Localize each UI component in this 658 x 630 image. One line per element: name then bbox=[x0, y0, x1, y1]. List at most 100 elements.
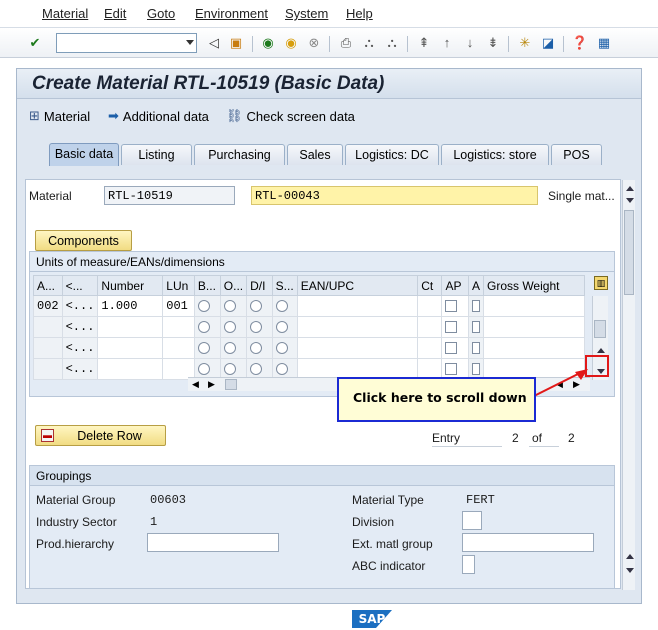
alt-uom-cell[interactable] bbox=[33, 316, 63, 338]
radio-cell[interactable] bbox=[193, 316, 221, 338]
radio-button[interactable] bbox=[250, 320, 263, 333]
lun-cell[interactable] bbox=[162, 337, 195, 359]
radio-button[interactable] bbox=[250, 341, 263, 354]
menu-help[interactable]: Help bbox=[346, 6, 373, 21]
col-header[interactable]: LUn bbox=[162, 275, 195, 296]
radio-button[interactable] bbox=[223, 341, 236, 354]
menu-environment[interactable]: Environment bbox=[195, 6, 268, 21]
number-cell[interactable] bbox=[97, 358, 164, 380]
col-header[interactable]: A bbox=[467, 275, 484, 296]
radio-cell[interactable] bbox=[246, 337, 273, 359]
table-row[interactable]: 002 <... 1.000 001 bbox=[33, 295, 586, 317]
cancel-icon[interactable]: ⊗ bbox=[306, 35, 322, 51]
radio-cell[interactable] bbox=[271, 337, 298, 359]
tab-listing[interactable]: Listing bbox=[121, 144, 192, 165]
uom-cell[interactable]: <... bbox=[61, 358, 99, 380]
radio-button[interactable] bbox=[275, 362, 288, 375]
scroll-down-icon[interactable] bbox=[626, 568, 634, 573]
lun-cell[interactable] bbox=[162, 316, 195, 338]
radio-button[interactable] bbox=[197, 299, 210, 312]
delete-row-button[interactable]: ▬ Delete Row bbox=[35, 425, 166, 446]
scroll-down-icon[interactable] bbox=[626, 198, 634, 203]
check-screen-button[interactable]: ⛓ Check screen data bbox=[226, 108, 355, 124]
ap-checkbox[interactable] bbox=[445, 299, 458, 312]
help-icon[interactable]: ❓ bbox=[572, 35, 588, 51]
additional-data-button[interactable]: ➡ Additional data bbox=[108, 108, 209, 124]
material-button[interactable]: ⊞ Material bbox=[29, 108, 90, 124]
radio-button[interactable] bbox=[197, 320, 210, 333]
table-scroll-up-icon[interactable] bbox=[597, 348, 605, 353]
content-scrollbar[interactable] bbox=[622, 180, 635, 590]
radio-button[interactable] bbox=[275, 320, 288, 333]
abc-indicator-field[interactable] bbox=[462, 555, 475, 574]
first-page-icon[interactable]: ⇞ bbox=[416, 35, 432, 51]
back-icon[interactable]: ◉ bbox=[260, 35, 276, 51]
uom-cell[interactable]: <... bbox=[61, 295, 99, 317]
radio-cell[interactable] bbox=[219, 337, 248, 359]
a-checkbox[interactable] bbox=[471, 320, 480, 333]
menu-edit[interactable]: Edit bbox=[104, 6, 126, 21]
a-cell[interactable] bbox=[467, 316, 484, 338]
radio-button[interactable] bbox=[250, 299, 263, 312]
radio-cell[interactable] bbox=[193, 337, 221, 359]
ean-cell[interactable] bbox=[296, 295, 419, 317]
radio-button[interactable] bbox=[250, 362, 263, 375]
find-icon[interactable]: ⛬ bbox=[361, 35, 377, 51]
number-cell[interactable] bbox=[97, 337, 164, 359]
scrollbar-thumb[interactable] bbox=[624, 210, 634, 295]
ap-checkbox[interactable] bbox=[445, 320, 458, 333]
radio-cell[interactable] bbox=[271, 316, 298, 338]
radio-cell[interactable] bbox=[219, 316, 248, 338]
back-arrow-icon[interactable]: ◁ bbox=[206, 35, 222, 51]
col-header[interactable]: O... bbox=[219, 275, 248, 296]
ext-matl-group-field[interactable] bbox=[462, 533, 594, 552]
alt-uom-cell[interactable] bbox=[33, 358, 63, 380]
radio-button[interactable] bbox=[223, 299, 236, 312]
radio-cell[interactable] bbox=[246, 316, 273, 338]
col-header[interactable]: Gross Weight bbox=[482, 275, 586, 296]
radio-button[interactable] bbox=[223, 362, 236, 375]
ap-cell[interactable] bbox=[441, 316, 469, 338]
menu-goto[interactable]: Goto bbox=[147, 6, 175, 21]
col-header[interactable]: A... bbox=[33, 275, 63, 296]
scroll-left-icon[interactable]: ◀ bbox=[192, 379, 199, 390]
a-checkbox[interactable] bbox=[471, 341, 480, 354]
table-row[interactable]: <... bbox=[33, 316, 586, 338]
radio-cell[interactable] bbox=[271, 295, 298, 317]
command-field[interactable] bbox=[56, 33, 197, 53]
horizontal-scrollbar-thumb[interactable] bbox=[225, 379, 237, 390]
scroll-up-icon[interactable] bbox=[626, 186, 634, 191]
last-page-icon[interactable]: ⇟ bbox=[485, 35, 501, 51]
tab-pos[interactable]: POS bbox=[551, 144, 602, 165]
uom-cell[interactable]: <... bbox=[61, 337, 99, 359]
ap-checkbox[interactable] bbox=[445, 341, 458, 354]
command-dropdown-icon[interactable] bbox=[186, 40, 194, 45]
enter-check-icon[interactable]: ✔ bbox=[27, 35, 43, 51]
number-cell[interactable]: 1.000 bbox=[97, 295, 164, 317]
ap-cell[interactable] bbox=[441, 337, 469, 359]
tab-logistics-store[interactable]: Logistics: store bbox=[441, 144, 549, 165]
a-checkbox[interactable] bbox=[471, 299, 480, 312]
prod-hierarchy-field[interactable] bbox=[147, 533, 279, 552]
a-cell[interactable] bbox=[467, 295, 484, 317]
components-button[interactable]: Components bbox=[35, 230, 132, 251]
col-header[interactable]: B... bbox=[193, 275, 221, 296]
radio-button[interactable] bbox=[275, 299, 288, 312]
layout-menu-icon[interactable]: ▦ bbox=[596, 35, 612, 51]
tab-basic-data[interactable]: Basic data bbox=[49, 143, 119, 166]
ap-checkbox[interactable] bbox=[445, 362, 458, 375]
exit-icon[interactable]: ◉ bbox=[283, 35, 299, 51]
radio-cell[interactable] bbox=[219, 295, 248, 317]
radio-button[interactable] bbox=[197, 341, 210, 354]
table-row[interactable]: <... bbox=[33, 337, 586, 359]
save-icon[interactable]: ▣ bbox=[228, 35, 244, 51]
new-session-icon[interactable]: ✳ bbox=[517, 35, 533, 51]
col-header[interactable]: D/I bbox=[246, 275, 273, 296]
shortcut-icon[interactable]: ◪ bbox=[540, 35, 556, 51]
col-header[interactable]: Ct bbox=[417, 275, 443, 296]
ean-cell[interactable] bbox=[296, 316, 419, 338]
gross-weight-cell[interactable] bbox=[482, 337, 586, 359]
col-header[interactable]: AP bbox=[441, 275, 469, 296]
tab-purchasing[interactable]: Purchasing bbox=[194, 144, 285, 165]
col-header[interactable]: S... bbox=[271, 275, 298, 296]
